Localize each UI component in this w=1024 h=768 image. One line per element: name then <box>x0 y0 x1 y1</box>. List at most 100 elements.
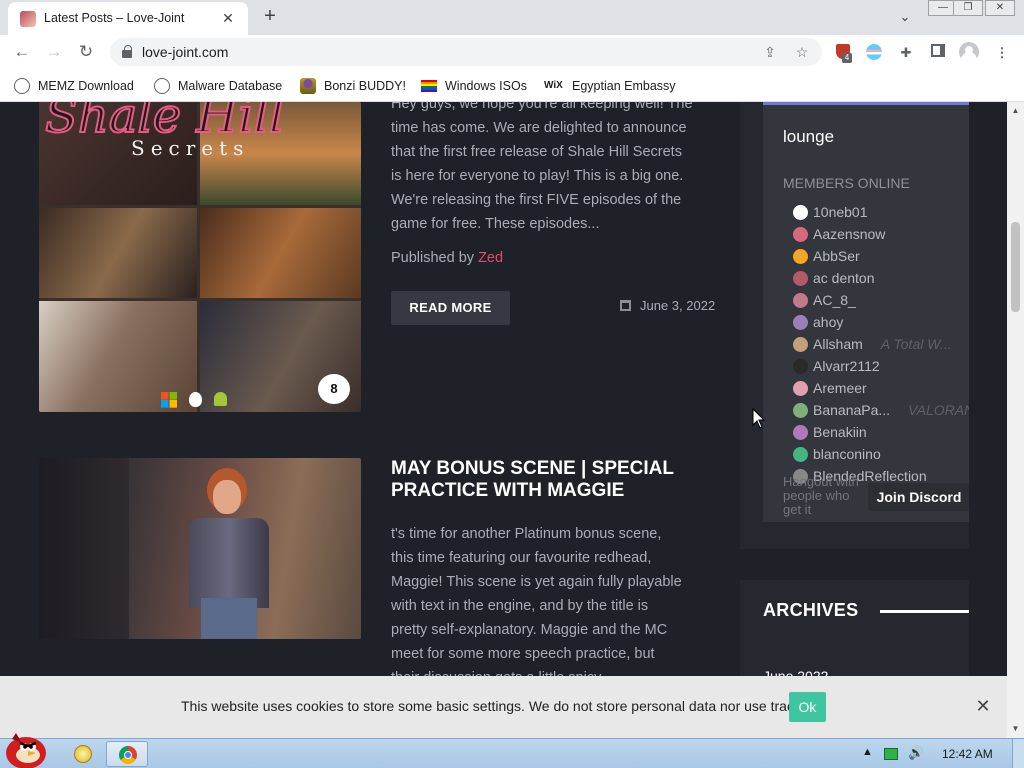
scroll-down-arrow-icon[interactable]: ▼ <box>1007 722 1024 736</box>
archives-divider <box>880 610 969 613</box>
maximize-button[interactable]: ❐ <box>953 0 983 16</box>
archives-heading: ARCHIVES <box>763 600 859 620</box>
wix-icon: WiX <box>544 80 563 91</box>
member-name: ahoy <box>813 314 844 330</box>
start-button-angry-bird-icon[interactable] <box>2 729 50 768</box>
member-name: Allsham <box>813 336 863 352</box>
published-by: Published by Zed <box>391 250 503 266</box>
excerpt-line: Hey guys, we hope you're all keeping wel… <box>391 102 693 112</box>
excerpt-line: that the first free release of Shale Hil… <box>391 144 682 160</box>
member-avatar <box>793 336 808 352</box>
shield-extension-icon[interactable]: 4 <box>834 44 852 63</box>
tray-expand-arrow-icon[interactable]: ▲ <box>862 746 873 758</box>
forward-arrow-icon[interactable]: → <box>42 40 66 64</box>
extensions-puzzle-icon[interactable]: ✚ <box>897 44 915 62</box>
member-avatar <box>793 402 808 418</box>
member-avatar <box>793 204 808 220</box>
taskbar-explorer-icon[interactable] <box>66 741 98 767</box>
extension-badge: 4 <box>842 53 852 63</box>
discord-member[interactable]: AC_8_ <box>793 290 856 310</box>
member-avatar <box>793 358 808 374</box>
scrollbar-thumb[interactable] <box>1011 222 1020 312</box>
bookmark-label: Bonzi BUDDY! <box>324 79 406 93</box>
archives-widget: ARCHIVES June 2022 <box>740 580 969 676</box>
lock-icon[interactable] <box>122 45 132 58</box>
android-icon <box>214 392 227 406</box>
cookie-banner: This website uses cookies to store some … <box>0 676 1007 738</box>
comment-count-badge[interactable]: 8 <box>318 374 350 404</box>
page-scrollbar[interactable]: ▲ ▼ <box>1007 102 1024 738</box>
excerpt-line: Maggie! This scene is yet again fully pl… <box>391 574 682 590</box>
address-bar[interactable]: love-joint.com ⇪ ☆ <box>110 38 822 66</box>
discord-member[interactable]: 10neb01 <box>793 202 868 222</box>
members-online-heading: MEMBERS ONLINE <box>783 175 910 191</box>
archive-link[interactable]: June 2022 <box>763 668 828 676</box>
join-discord-button[interactable]: Join Discord <box>868 483 969 511</box>
network-icon[interactable] <box>884 748 898 760</box>
member-name: BananaPa... <box>813 402 891 418</box>
bookmark-windows-isos[interactable]: Windows ISOs <box>421 77 527 95</box>
windows-icon <box>161 392 177 408</box>
discord-member[interactable]: blanconino <box>793 444 881 464</box>
volume-icon[interactable]: 🔊 <box>908 745 924 761</box>
close-window-button[interactable]: ✕ <box>985 0 1015 16</box>
member-name: ac denton <box>813 270 875 286</box>
pride-extension-icon[interactable] <box>865 44 883 62</box>
taskbar-clock[interactable]: 12:42 AM <box>942 747 993 761</box>
bookmarks-bar: MEMZ Download Malware Database Bonzi BUD… <box>0 69 1024 102</box>
author-link[interactable]: Zed <box>478 250 503 266</box>
excerpt-line: with text in the engine, and by the titl… <box>391 598 649 614</box>
tab-strip: Latest Posts – Love-Joint ✕ + ⌄ — ❐ ✕ <box>0 0 1024 35</box>
excerpt-line: pretty self-explanatory. Maggie and the … <box>391 622 668 638</box>
discord-member[interactable]: Aremeer <box>793 378 867 398</box>
side-panel-icon[interactable] <box>929 44 947 62</box>
published-prefix: Published by <box>391 250 475 266</box>
discord-member[interactable]: Aazensnow <box>793 224 885 244</box>
cookie-message: This website uses cookies to store some … <box>181 698 825 714</box>
scroll-up-arrow-icon[interactable]: ▲ <box>1007 104 1024 118</box>
tab-search-chevron-icon[interactable]: ⌄ <box>894 6 916 28</box>
post-date: June 3, 2022 <box>620 298 715 313</box>
taskbar-chrome-button[interactable] <box>106 741 148 767</box>
discord-member[interactable]: Benakiin <box>793 422 867 442</box>
member-avatar <box>793 226 808 242</box>
bookmark-egyptian-embassy[interactable]: WiX Egyptian Embassy <box>544 77 676 95</box>
bookmark-memz[interactable]: MEMZ Download <box>14 77 134 95</box>
shale-hill-logo-subtitle: Secrets <box>131 136 250 160</box>
tab-close-icon[interactable]: ✕ <box>218 8 238 28</box>
discord-member[interactable]: ac denton <box>793 268 875 288</box>
calendar-icon <box>620 300 631 311</box>
excerpt-line: meet for some more speech practice, but <box>391 646 655 662</box>
post-thumbnail-maggie[interactable] <box>39 458 361 639</box>
read-more-button[interactable]: READ MORE <box>391 291 510 325</box>
bookmark-star-icon[interactable]: ☆ <box>792 42 812 62</box>
cookie-ok-button[interactable]: Ok <box>789 692 826 722</box>
excerpt-line: time has come. We are delighted to annou… <box>391 120 687 136</box>
profile-avatar[interactable] <box>959 42 979 62</box>
menu-kebab-icon[interactable]: ⋮ <box>993 44 1011 62</box>
post-date-text: June 3, 2022 <box>640 298 716 313</box>
discord-member[interactable]: AbbSer <box>793 246 860 266</box>
bookmark-bonzi-buddy[interactable]: Bonzi BUDDY! <box>300 77 406 95</box>
post-excerpt: t's time for another Platinum bonus scen… <box>391 522 721 676</box>
bookmark-malware-database[interactable]: Malware Database <box>154 77 282 95</box>
discord-member[interactable]: ahoy <box>793 312 843 332</box>
reload-icon[interactable]: ↻ <box>74 40 98 64</box>
rainbow-flag-icon <box>421 80 437 92</box>
discord-member[interactable]: Alvarr2112 <box>793 356 880 376</box>
url-text[interactable]: love-joint.com <box>142 44 228 60</box>
browser-toolbar: ← → ↻ love-joint.com ⇪ ☆ 4 ✚ ⋮ <box>0 35 1024 69</box>
cookie-close-icon[interactable]: ✕ <box>974 695 992 717</box>
member-game-status: A Total W... <box>880 336 952 352</box>
member-avatar <box>793 314 808 330</box>
back-arrow-icon[interactable]: ← <box>10 40 34 64</box>
post-thumbnail-shale-hill[interactable]: Shale Hill Secrets <box>39 102 361 412</box>
show-desktop-button[interactable] <box>1012 739 1024 768</box>
discord-member[interactable]: Allsham A Total W... <box>793 334 952 354</box>
post-title[interactable]: MAY BONUS SCENE | SPECIAL PRACTICE WITH … <box>391 458 721 502</box>
excerpt-line: t's time for another Platinum bonus scen… <box>391 526 662 542</box>
share-icon[interactable]: ⇪ <box>760 42 780 62</box>
new-tab-button[interactable]: + <box>258 4 282 28</box>
active-tab[interactable]: Latest Posts – Love-Joint ✕ <box>8 2 248 35</box>
discord-member[interactable]: BananaPa... VALORANT <box>793 400 969 420</box>
